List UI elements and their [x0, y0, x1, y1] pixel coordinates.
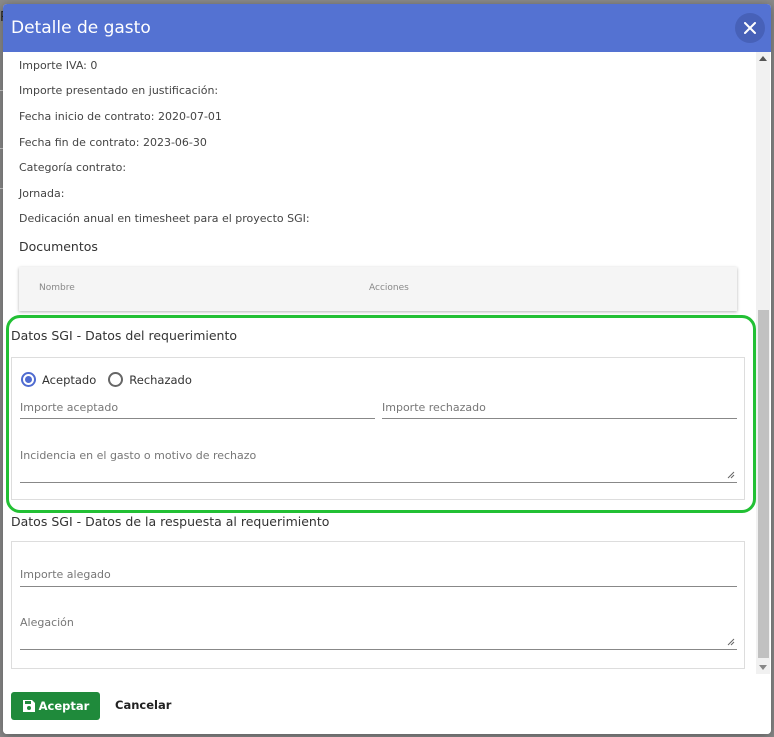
importe-alegado-label: Importe alegado	[20, 568, 111, 581]
dialog-footer: Aceptar Cancelar	[3, 674, 771, 734]
respuesta-title: Datos SGI - Datos de la respuesta al req…	[11, 514, 330, 529]
close-icon	[744, 22, 756, 34]
cancel-button[interactable]: Cancelar	[115, 698, 171, 712]
fecha-inicio-text: Fecha inicio de contrato: 2020-07-01	[19, 110, 222, 123]
documentos-title: Documentos	[19, 239, 98, 254]
scroll-up-arrow-icon[interactable]	[759, 56, 767, 61]
column-header-nombre[interactable]: Nombre	[39, 283, 75, 293]
accept-label: Aceptar	[38, 699, 90, 713]
alegacion-textarea[interactable]: Alegación	[20, 610, 737, 650]
resize-grip-icon[interactable]	[727, 638, 735, 646]
fecha-fin-text: Fecha fin de contrato: 2023-06-30	[19, 136, 207, 149]
alegacion-label: Alegación	[20, 616, 74, 629]
dedicacion-text: Dedicación anual en timesheet para el pr…	[19, 212, 310, 225]
importe-alegado-field[interactable]: Importe alegado	[20, 562, 737, 587]
scrollbar-thumb[interactable]	[758, 310, 769, 658]
close-button[interactable]	[735, 13, 765, 43]
vertical-scrollbar[interactable]	[756, 52, 770, 674]
dialog-title: Detalle de gasto	[11, 18, 151, 38]
expense-detail-dialog: Detalle de gasto Importe IVA: 0 Importe …	[3, 4, 771, 734]
accept-button[interactable]: Aceptar	[11, 692, 100, 720]
save-icon	[22, 700, 35, 712]
jornada-text: Jornada:	[19, 187, 65, 200]
importe-presentado-text: Importe presentado en justificación:	[19, 84, 219, 97]
documentos-table: Nombre Acciones	[19, 267, 737, 311]
scroll-down-arrow-icon[interactable]	[759, 665, 767, 670]
dialog-header: Detalle de gasto	[3, 4, 771, 52]
dialog-content[interactable]: Importe IVA: 0 Importe presentado en jus…	[3, 52, 771, 674]
importe-iva-text: Importe IVA: 0	[19, 59, 98, 72]
requerimiento-highlight	[6, 315, 756, 513]
categoria-text: Categoría contrato:	[19, 161, 127, 174]
column-header-acciones: Acciones	[369, 283, 409, 293]
